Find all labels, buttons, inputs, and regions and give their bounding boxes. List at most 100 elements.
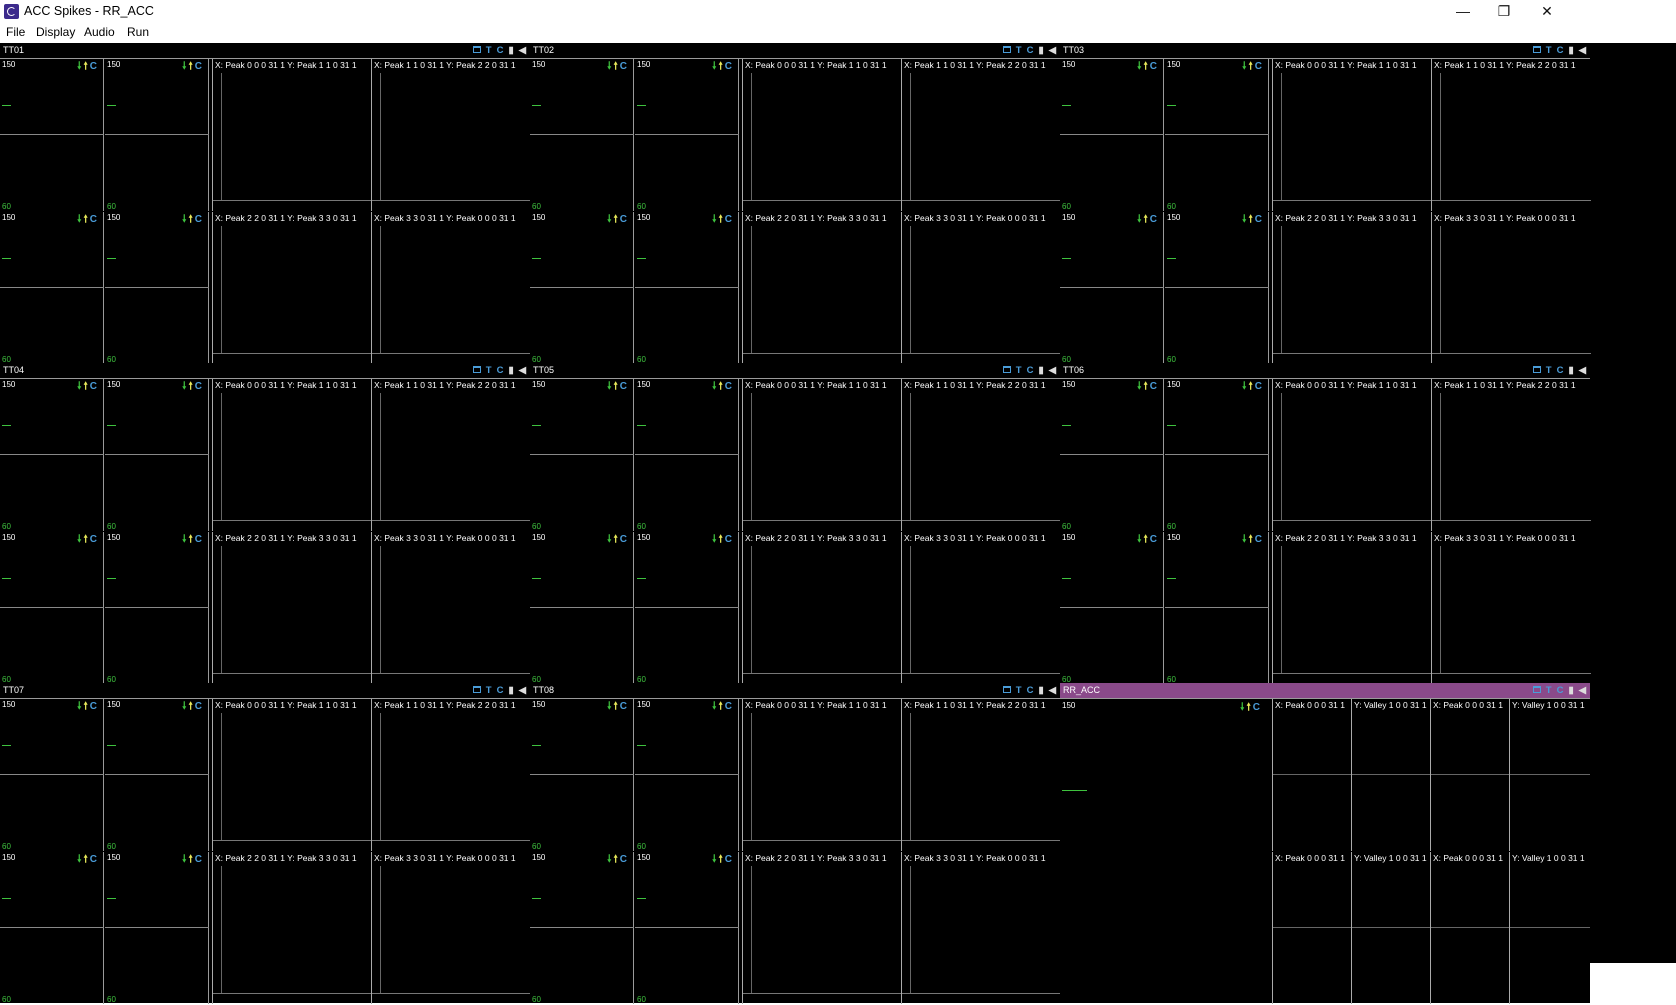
clear-icon[interactable]: C [195,854,204,865]
clear-icon[interactable]: C [90,534,99,545]
threshold-icon[interactable]: T [1546,44,1552,58]
waveform-panel[interactable]: 150 🠗🠕C 60 [530,699,634,851]
pause-icon[interactable]: ▮ [1568,364,1573,378]
clear-icon[interactable]: C [1557,44,1564,58]
clear-icon[interactable]: C [1150,534,1159,545]
clear-icon[interactable]: C [620,701,629,712]
clear-icon[interactable]: C [725,854,734,865]
menu-file[interactable]: File [6,25,25,39]
window-icon[interactable] [1002,686,1011,693]
clear-icon[interactable]: C [620,214,629,225]
waveform-panel[interactable]: 150 🠗🠕C 60 [530,212,634,364]
speaker-icon[interactable]: ◀ [1049,364,1056,378]
clear-icon[interactable]: C [497,44,504,58]
clear-icon[interactable]: C [90,61,99,72]
cluster-plot[interactable]: X: Peak 2 2 0 31 1 Y: Peak 3 3 0 31 1 [742,852,902,1004]
clear-icon[interactable]: C [620,854,629,865]
clear-icon[interactable]: C [1027,684,1034,698]
pause-icon[interactable]: ▮ [1038,364,1043,378]
threshold-icon[interactable]: T [1546,684,1552,698]
waveform-panel[interactable]: 150 🠗🠕C 60 [1165,59,1269,211]
speaker-icon[interactable]: ◀ [1579,364,1586,378]
pause-icon[interactable]: ▮ [508,684,513,698]
cluster-plot[interactable]: X: Peak 0 0 0 31 1 Y: Peak 1 1 0 31 1 [742,379,902,531]
clear-icon[interactable]: C [1557,364,1564,378]
waveform-panel[interactable]: 150 🠗🠕C 60 [105,212,209,364]
pause-icon[interactable]: ▮ [1568,684,1573,698]
waveform-panel[interactable]: 150 🠗🠕C 60 [0,59,104,211]
waveform-panel[interactable]: 150 🠗🠕C 60 [635,59,739,211]
cluster-plot[interactable]: X: Peak 0 0 0 31 1 Y: Peak 1 1 0 31 1 [1272,59,1432,211]
threshold-icon[interactable]: T [1016,364,1022,378]
pause-icon[interactable]: ▮ [1568,44,1573,58]
cluster-plot[interactable]: X: Peak 1 1 0 31 1 Y: Peak 2 2 0 31 1 [901,699,1061,851]
clear-icon[interactable]: C [725,534,734,545]
speaker-icon[interactable]: ◀ [1049,44,1056,58]
waveform-panel[interactable]: 150 🠗🠕C 60 [530,852,634,1004]
cluster-plot[interactable]: X: Peak 2 2 0 31 1 Y: Peak 3 3 0 31 1 [212,212,372,364]
speaker-icon[interactable]: ◀ [1579,44,1586,58]
waveform-panel[interactable]: 150 🠗🠕C 60 [635,379,739,531]
clear-icon[interactable]: C [195,61,204,72]
clear-icon[interactable]: C [90,214,99,225]
clear-icon[interactable]: C [1255,61,1264,72]
window-icon[interactable] [1532,686,1541,693]
cluster-plot[interactable]: X: Peak 2 2 0 31 1 Y: Peak 3 3 0 31 1 [212,532,372,684]
cluster-plot[interactable]: X: Peak 2 2 0 31 1 Y: Peak 3 3 0 31 1 [742,212,902,364]
clear-icon[interactable]: C [1557,684,1564,698]
cluster-plot[interactable]: X: Peak 3 3 0 31 1 Y: Peak 0 0 0 31 1 [371,852,531,1004]
clear-icon[interactable]: C [725,61,734,72]
clear-icon[interactable]: C [195,381,204,392]
cluster-plot[interactable]: X: Peak 3 3 0 31 1 Y: Peak 0 0 0 31 1 [1431,212,1591,364]
cluster-plot[interactable]: X: Peak 0 0 0 31 1 Y: Peak 1 1 0 31 1 [212,379,372,531]
close-button[interactable]: ✕ [1524,0,1570,23]
clear-icon[interactable]: C [620,381,629,392]
cluster-plot[interactable]: X: Peak 0 0 0 31 1 Y: Peak 1 1 0 31 1 [1272,379,1432,531]
window-icon[interactable] [1532,46,1541,53]
clear-icon[interactable]: C [90,854,99,865]
speaker-icon[interactable]: ◀ [519,364,526,378]
cluster-plot[interactable]: X: Peak 1 1 0 31 1 Y: Peak 2 2 0 31 1 [901,379,1061,531]
clear-icon[interactable]: C [90,701,99,712]
threshold-icon[interactable]: T [486,44,492,58]
cluster-plot[interactable]: X: Peak 1 1 0 31 1 Y: Peak 2 2 0 31 1 [371,699,531,851]
cluster-plot[interactable]: X: Peak 3 3 0 31 1 Y: Peak 0 0 0 31 1 [901,532,1061,684]
waveform-panel[interactable]: 150 🠗🠕C 60 [0,212,104,364]
acc-cluster-plot[interactable]: Y: Valley 1 0 0 31 1 [1351,699,1432,851]
cluster-plot[interactable]: X: Peak 2 2 0 31 1 Y: Peak 3 3 0 31 1 [1272,212,1432,364]
waveform-panel[interactable]: 150 🠗🠕C 60 [1165,379,1269,531]
clear-icon[interactable]: C [620,61,629,72]
acc-cluster-plot[interactable]: X: Peak 0 0 0 31 1 [1430,699,1511,851]
clear-icon[interactable]: C [497,364,504,378]
pause-icon[interactable]: ▮ [1038,44,1043,58]
window-icon[interactable] [472,686,481,693]
menu-run[interactable]: Run [127,25,149,39]
waveform-panel[interactable]: 150 🠗🠕C 60 [1060,379,1164,531]
acc-cluster-plot[interactable]: Y: Valley 1 0 0 31 1 [1509,852,1590,1004]
waveform-panel[interactable]: 150 🠗🠕C 60 [1165,532,1269,684]
waveform-panel[interactable]: 150 🠗🠕C 60 [0,699,104,851]
cluster-plot[interactable]: X: Peak 3 3 0 31 1 Y: Peak 0 0 0 31 1 [371,212,531,364]
cluster-plot[interactable]: X: Peak 0 0 0 31 1 Y: Peak 1 1 0 31 1 [742,699,902,851]
pause-icon[interactable]: ▮ [1038,684,1043,698]
waveform-panel[interactable]: 150 🠗🠕C 60 [105,852,209,1004]
window-icon[interactable] [1002,366,1011,373]
waveform-panel[interactable]: 150 🠗🠕C 60 [0,852,104,1004]
menu-display[interactable]: Display [36,25,75,39]
cluster-plot[interactable]: X: Peak 0 0 0 31 1 Y: Peak 1 1 0 31 1 [212,699,372,851]
threshold-icon[interactable]: T [486,684,492,698]
waveform-panel[interactable]: 150 🠗🠕C 60 [105,699,209,851]
clear-icon[interactable]: C [1150,214,1159,225]
threshold-icon[interactable]: T [1546,364,1552,378]
speaker-icon[interactable]: ◀ [1049,684,1056,698]
pause-icon[interactable]: ▮ [508,44,513,58]
clear-icon[interactable]: C [725,214,734,225]
cluster-plot[interactable]: X: Peak 3 3 0 31 1 Y: Peak 0 0 0 31 1 [901,852,1061,1004]
pause-icon[interactable]: ▮ [508,364,513,378]
cluster-plot[interactable]: X: Peak 2 2 0 31 1 Y: Peak 3 3 0 31 1 [742,532,902,684]
cluster-plot[interactable]: X: Peak 2 2 0 31 1 Y: Peak 3 3 0 31 1 [212,852,372,1004]
waveform-panel[interactable]: 150 🠗🠕C 60 [635,532,739,684]
cluster-plot[interactable]: X: Peak 1 1 0 31 1 Y: Peak 2 2 0 31 1 [1431,59,1591,211]
clear-icon[interactable]: C [195,214,204,225]
cluster-plot[interactable]: X: Peak 1 1 0 31 1 Y: Peak 2 2 0 31 1 [1431,379,1591,531]
